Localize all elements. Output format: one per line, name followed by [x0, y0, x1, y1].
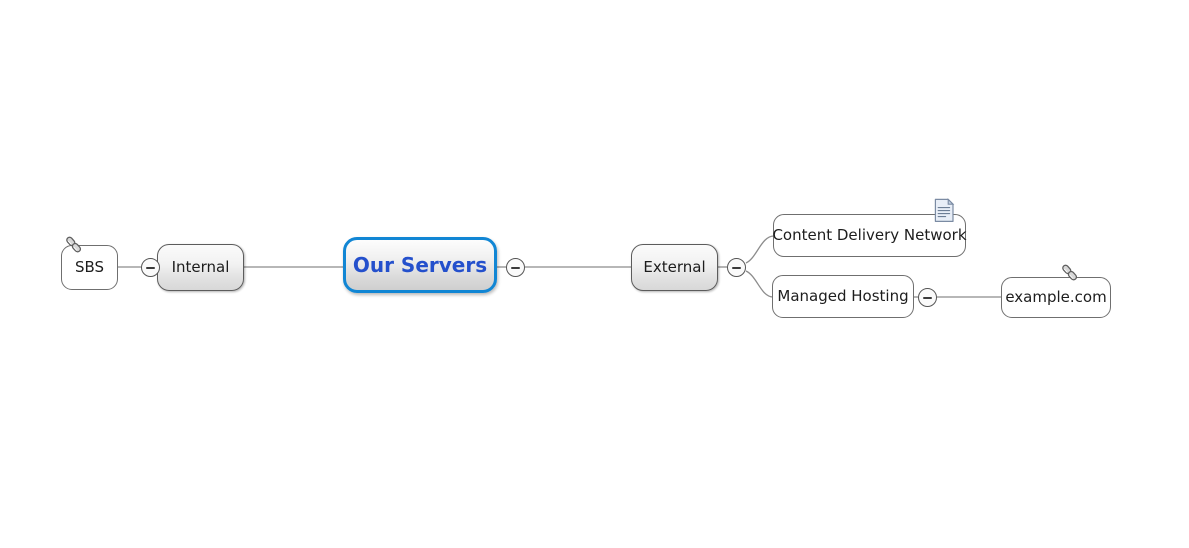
toggle-managed-hosting-child[interactable]: [918, 288, 937, 307]
node-internal-label: Internal: [171, 258, 230, 276]
node-managed-hosting-label: Managed Hosting: [777, 287, 909, 305]
node-example-com-label: example.com: [1005, 288, 1107, 306]
node-external-label: External: [643, 258, 706, 276]
mindmap-canvas: SBS Internal Our Servers External Conten…: [0, 0, 1189, 548]
node-root-label: Our Servers: [352, 253, 488, 277]
minus-icon: [732, 266, 741, 269]
minus-icon: [146, 266, 155, 269]
cdn-note-icon: [934, 198, 955, 223]
toggle-external-children[interactable]: [727, 258, 746, 277]
minus-icon: [511, 266, 520, 269]
node-example-com[interactable]: example.com: [1001, 277, 1111, 318]
node-internal[interactable]: Internal: [157, 244, 244, 291]
link-external-cdn: [745, 235, 775, 264]
sbs-link-icon: [62, 233, 86, 257]
node-sbs-label: SBS: [74, 258, 105, 276]
example-com-link-icon: [1058, 261, 1082, 285]
minus-icon: [923, 296, 932, 299]
node-external[interactable]: External: [631, 244, 718, 291]
toggle-root-right[interactable]: [506, 258, 525, 277]
node-cdn-label: Content Delivery Network: [772, 226, 967, 244]
toggle-sbs-internal[interactable]: [141, 258, 160, 277]
node-managed-hosting[interactable]: Managed Hosting: [772, 275, 914, 318]
node-root-our-servers[interactable]: Our Servers: [343, 237, 497, 293]
link-external-managed: [745, 270, 774, 298]
